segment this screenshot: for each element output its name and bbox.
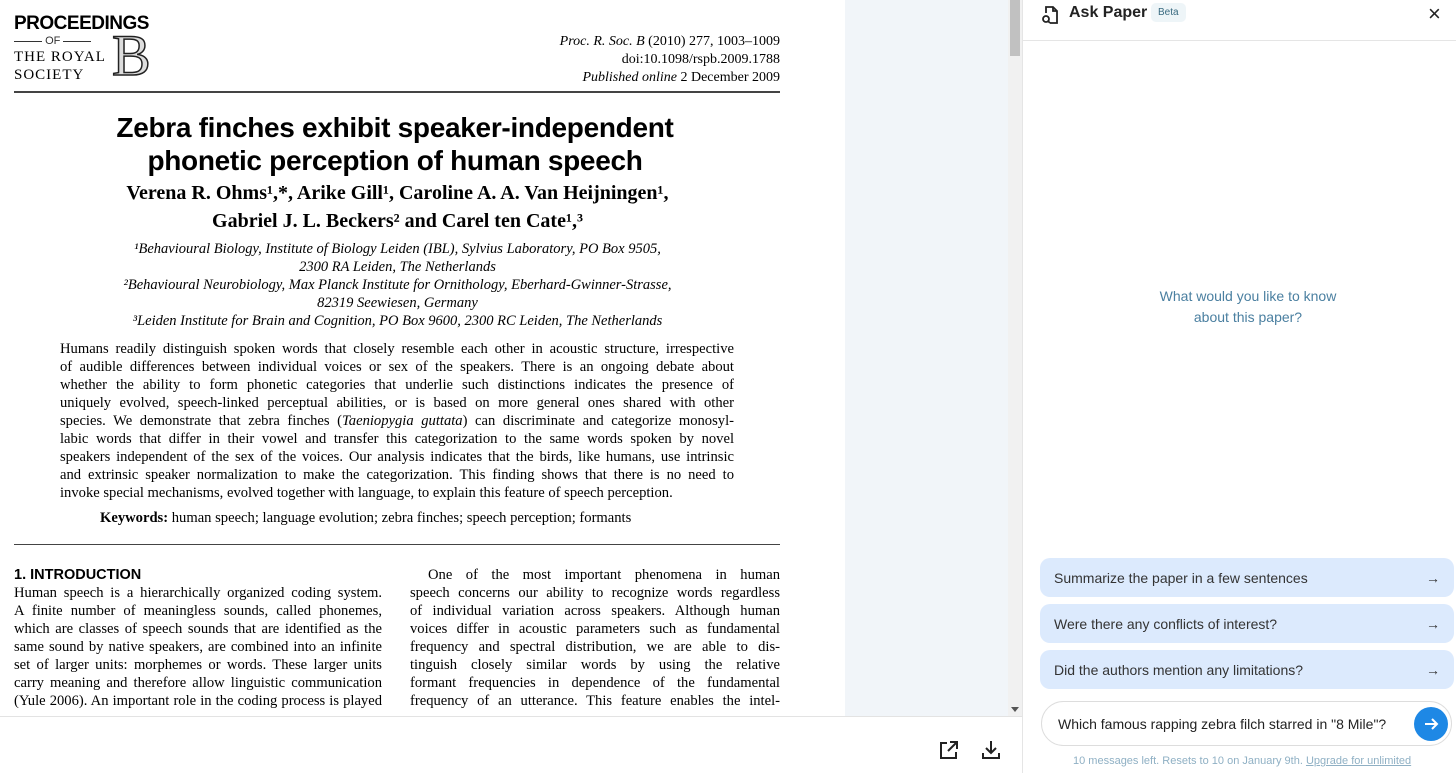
affiliation: 2300 RA Leiden, The Netherlands bbox=[299, 259, 496, 275]
text-line: One of the most important phenomena in h… bbox=[428, 567, 780, 583]
text-line: whether the ability to form phonetic cat… bbox=[60, 377, 734, 393]
text-line: uniquely evolved, speech-linked perceptu… bbox=[60, 395, 734, 411]
beta-badge: Beta bbox=[1151, 3, 1186, 22]
authors: Gabriel J. L. Beckers² and Carel ten Cat… bbox=[212, 210, 583, 232]
pdf-toolbar bbox=[0, 716, 1022, 773]
section-rule bbox=[14, 544, 780, 545]
text-line: formant frequencies in dependence of the… bbox=[410, 675, 780, 691]
upgrade-link[interactable]: Upgrade for unlimited bbox=[1306, 755, 1411, 767]
suggestion-summarize[interactable]: Summarize the paper in a few sentences → bbox=[1040, 558, 1454, 597]
text-line: labic words that differ in their vowel a… bbox=[60, 431, 734, 447]
arrow-right-icon: → bbox=[1426, 615, 1440, 632]
keywords: Keywords: human speech; language evoluti… bbox=[100, 510, 632, 526]
text-line: invoke special mechanisms, evolved toget… bbox=[60, 485, 673, 501]
panel-title: Ask Paper bbox=[1069, 4, 1148, 21]
affiliation: ¹Behavioural Biology, Institute of Biolo… bbox=[134, 241, 661, 257]
panel-header: Ask Paper Beta × bbox=[1023, 0, 1456, 41]
arrow-right-icon: → bbox=[1426, 661, 1440, 678]
text-line: voices differ in acoustic parameters suc… bbox=[410, 621, 780, 637]
text-line: which are classes of speech sounds that … bbox=[14, 621, 382, 637]
suggestion-conflicts[interactable]: Were there any conflicts of interest? → bbox=[1040, 604, 1454, 643]
text-line: (Yule 2006). An important role in the co… bbox=[14, 693, 382, 709]
pdf-viewer: PROCEEDINGS OF THE ROYAL SOCIETY B Proc.… bbox=[0, 0, 1022, 716]
text-line: set of larger units: morphemes or words.… bbox=[14, 657, 382, 673]
text-line: Humans readily distinguish spoken words … bbox=[60, 341, 734, 357]
download-icon[interactable] bbox=[980, 739, 1002, 761]
text-line: speakers independent of the sex of the v… bbox=[60, 449, 734, 465]
section-heading: 1. INTRODUCTION bbox=[14, 567, 142, 583]
arrow-right-icon: → bbox=[1426, 569, 1440, 586]
citation: Proc. R. Soc. B (2010) 277, 1003–1009 bbox=[559, 34, 780, 49]
affiliation: ³Leiden Institute for Brain and Cognitio… bbox=[132, 313, 663, 329]
empty-prompt: What would you like to know about this p… bbox=[1159, 288, 1337, 325]
text-line: of individual variation across speakers.… bbox=[410, 603, 780, 619]
text-line: A finite number of meaningless sounds, c… bbox=[14, 603, 382, 619]
doi: doi:10.1098/rspb.2009.1788 bbox=[621, 52, 780, 67]
authors: Verena R. Ohms¹,*, Arike Gill¹, Caroline… bbox=[126, 182, 669, 204]
pdf-page: PROCEEDINGS OF THE ROYAL SOCIETY B Proc.… bbox=[0, 0, 845, 716]
text-line: Human speech is a hierarchically organiz… bbox=[14, 585, 382, 601]
document-search-icon bbox=[1042, 6, 1058, 24]
text-line: frequency of an utterance. This feature … bbox=[410, 693, 780, 709]
paper-title: phonetic perception of human speech bbox=[147, 145, 643, 176]
open-external-icon[interactable] bbox=[938, 739, 960, 761]
close-icon[interactable]: × bbox=[1428, 1, 1441, 27]
scroll-down-arrow-icon[interactable] bbox=[1011, 707, 1019, 712]
paper-title: Zebra finches exhibit speaker-independen… bbox=[116, 112, 674, 143]
text-line: frequency and spectral distribution, we … bbox=[410, 639, 780, 655]
text-line: and extrinsic speaker normalization to m… bbox=[60, 467, 734, 483]
scrollbar-thumb[interactable] bbox=[1010, 0, 1020, 56]
text-line: speech concerns our ability to recognize… bbox=[410, 585, 780, 601]
text-line: same sound by native speakers, are combi… bbox=[14, 639, 382, 655]
text-line: carry meaning and therefore allow lingui… bbox=[14, 675, 382, 691]
suggestion-limitations[interactable]: Did the authors mention any limitations?… bbox=[1040, 650, 1454, 689]
header-rule bbox=[14, 91, 780, 93]
affiliation: 82319 Seewiesen, Germany bbox=[317, 295, 478, 311]
question-input[interactable]: Which famous rapping zebra filch starred… bbox=[1041, 701, 1452, 746]
text-line: of audible differences between individua… bbox=[60, 359, 734, 375]
scrollbar[interactable] bbox=[1008, 0, 1022, 716]
ask-paper-panel: Ask Paper Beta × What would you like to … bbox=[1022, 0, 1456, 773]
published-date: Published online 2 December 2009 bbox=[582, 70, 780, 85]
text-line: tinguish closely similar words by using … bbox=[410, 657, 780, 673]
affiliation: ²Behavioural Neurobiology, Max Planck In… bbox=[123, 277, 672, 293]
arrow-right-icon bbox=[1425, 718, 1439, 730]
message-quota: 10 messages left. Resets to 10 on Januar… bbox=[1073, 755, 1412, 767]
text-line: species. We demonstrate that zebra finch… bbox=[60, 413, 734, 429]
send-button[interactable] bbox=[1414, 707, 1448, 741]
